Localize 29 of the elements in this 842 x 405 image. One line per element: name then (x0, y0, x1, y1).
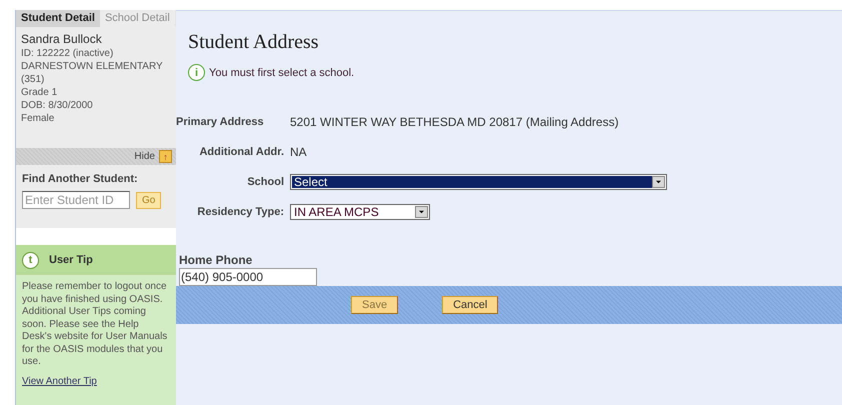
student-detail: Female (21, 113, 56, 124)
field-value: 5201 WINTER WAY BETHESDA MD 20817 (Mailing Address) (290, 115, 619, 129)
student-name: Sandra Bullock (21, 32, 103, 46)
field-value: NA (290, 145, 307, 159)
field-label: Additional Addr. (199, 146, 284, 158)
student-detail: DOB: 8/30/2000 (21, 100, 94, 111)
tip-link[interactable]: View Another Tip (16, 372, 176, 390)
message-text: You must first select a school. (209, 66, 354, 78)
phone-field[interactable]: (540) 905-0000 (179, 268, 317, 286)
tip-text: Please remember to logout once you have finished using OASIS. Additional User Tips coming soon. Please see the Help Desk's website for User Manuals for the OASIS modules that you use. (21, 280, 168, 369)
info-icon: i (188, 64, 205, 81)
page-title: Student Address (188, 31, 320, 54)
student-detail: (351) (21, 74, 46, 85)
residency-select[interactable]: IN AREA MCPS (290, 204, 430, 220)
cancel-button[interactable]: Cancel (442, 296, 498, 314)
school-select[interactable]: Select (290, 174, 667, 190)
tab[interactable]: Student Detail (16, 10, 100, 27)
find-title: Find Another Student: (22, 173, 139, 185)
field-label: School (247, 176, 284, 188)
tip-title: User Tip (49, 254, 93, 266)
student-id-field[interactable]: Enter Student ID (22, 191, 130, 209)
phone-label: Home Phone (179, 253, 254, 267)
student-detail: ID: 122222 (inactive) (21, 48, 114, 59)
student-detail: Grade 1 (21, 87, 58, 98)
field-label: Primary Address (176, 116, 264, 128)
student-detail: DARNESTOWN ELEMENTARY (21, 61, 164, 72)
field-label: Residency Type: (197, 206, 284, 218)
hide-button[interactable]: Hide ↑ (134, 150, 172, 163)
tip-icon: t (22, 252, 39, 268)
